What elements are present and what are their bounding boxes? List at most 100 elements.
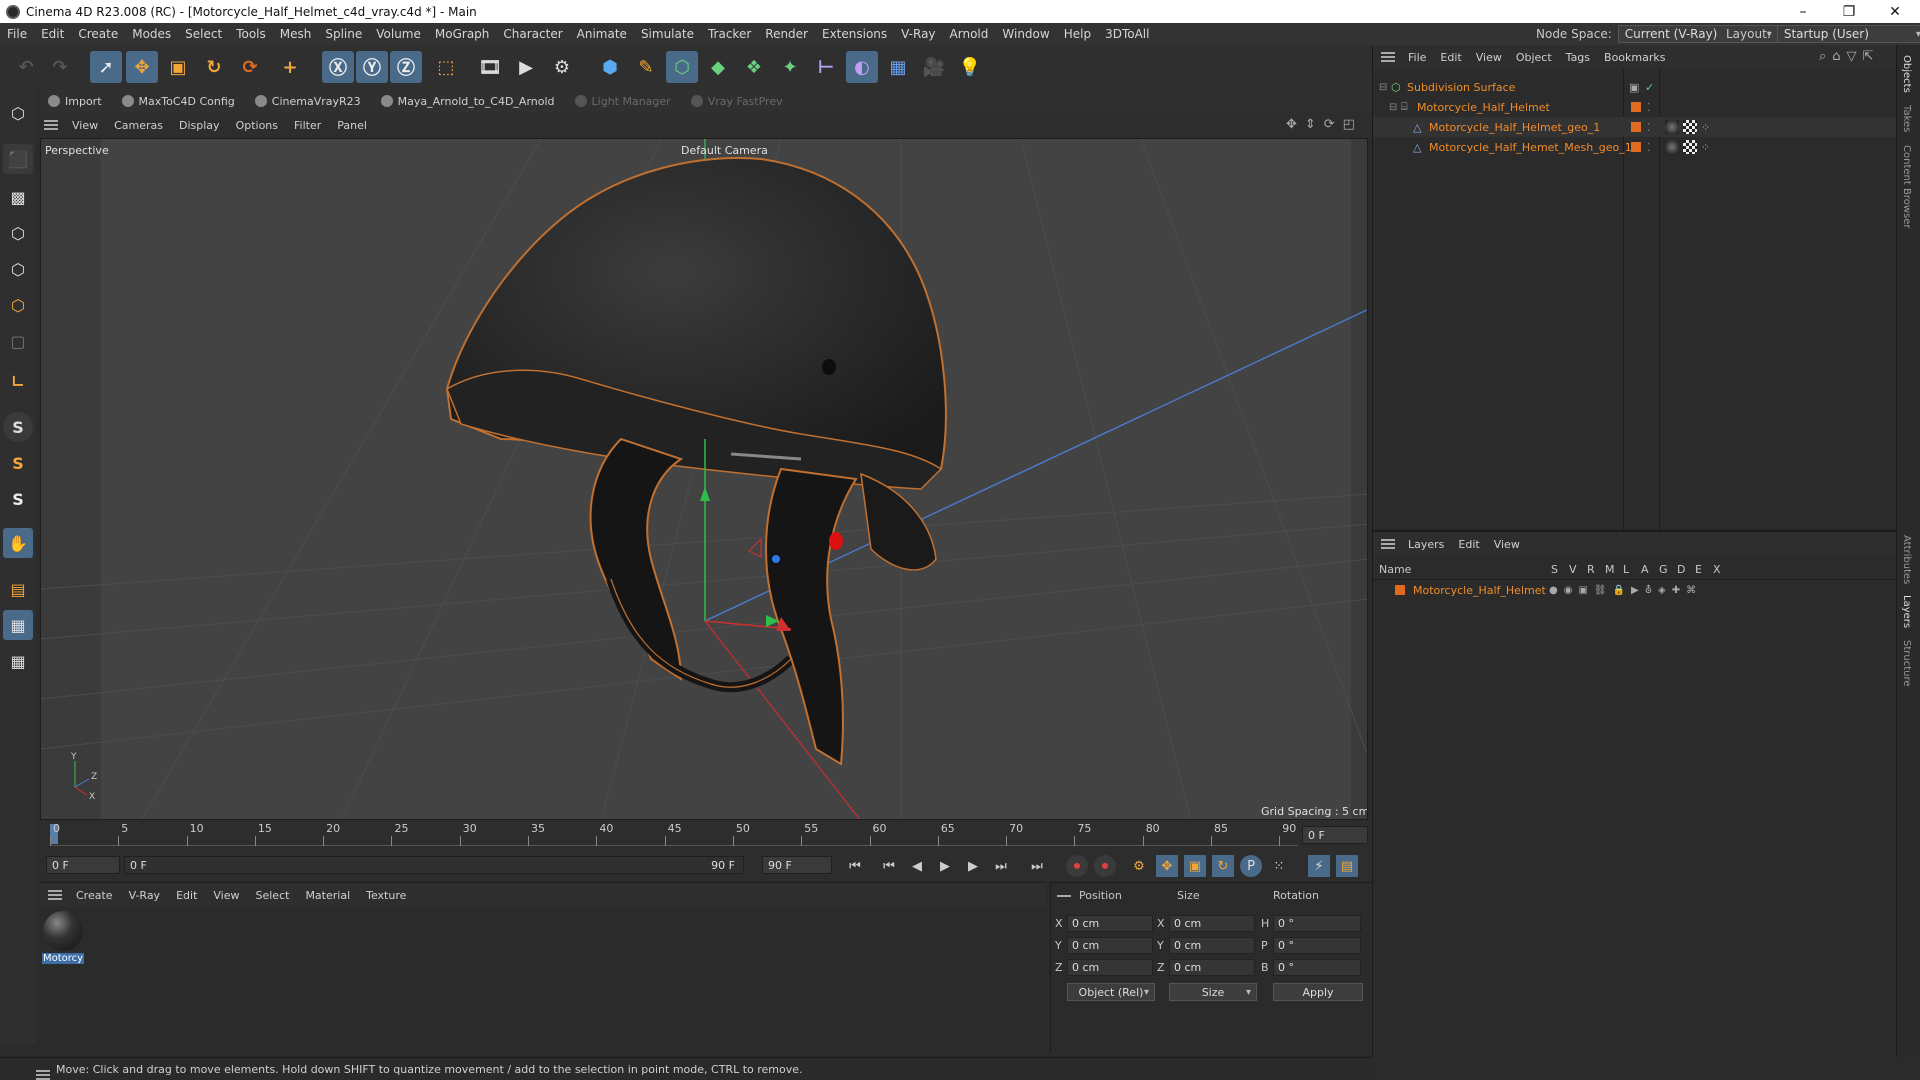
viewport-menu-cameras[interactable]: Cameras: [106, 119, 171, 132]
menu-volume[interactable]: Volume: [369, 27, 428, 41]
render-settings-icon[interactable]: ⚙: [546, 51, 578, 83]
3d-viewport[interactable]: Perspective Default Camera Grid Spacing …: [40, 138, 1368, 820]
object-row-mesh[interactable]: △ Motorcycle_Half_Hemet_Mesh_geo_1 ⁚ ⁘: [1373, 137, 1897, 157]
rot-b-field[interactable]: 0 °: [1273, 959, 1361, 976]
snap-icon[interactable]: S: [3, 412, 33, 442]
viewport-menu-view[interactable]: View: [64, 119, 106, 132]
subdivision-surface-icon[interactable]: ⬡: [666, 51, 698, 83]
pen-spline-icon[interactable]: ✎: [630, 51, 662, 83]
menu-simulate[interactable]: Simulate: [634, 27, 701, 41]
size-x-field[interactable]: 0 cm: [1169, 915, 1255, 932]
start-frame-field[interactable]: 0 F: [46, 856, 120, 874]
tab-attributes[interactable]: Attributes: [1901, 535, 1912, 584]
edges-mode-icon[interactable]: ⬡: [3, 254, 33, 284]
prev-frame-icon[interactable]: ◀: [906, 855, 928, 877]
y-axis-lock-icon[interactable]: Ⓨ: [356, 51, 388, 83]
layer-toggle-icons[interactable]: ●◉▣⛓🔒▶⛢◈✚⌘: [1549, 585, 1702, 596]
layer-menu-icon[interactable]: [1381, 539, 1395, 549]
uv-mode-icon[interactable]: ▢: [3, 326, 33, 356]
coordinate-system-icon[interactable]: ⬚: [430, 51, 462, 83]
material-menu-view[interactable]: View: [205, 889, 247, 902]
coordinate-tool-icon[interactable]: +: [274, 51, 306, 83]
key-rotation-icon[interactable]: ↻: [1212, 855, 1234, 877]
strap-buckle-red[interactable]: [829, 532, 843, 550]
phong-tag-icon[interactable]: ⁘: [1701, 121, 1710, 134]
x-axis-lock-icon[interactable]: Ⓧ: [322, 51, 354, 83]
pos-z-field[interactable]: 0 cm: [1067, 959, 1153, 976]
play-icon[interactable]: ▶: [934, 855, 956, 877]
field-icon[interactable]: ⊢: [810, 51, 842, 83]
expand-toggle-icon[interactable]: ⊟: [1379, 82, 1387, 93]
tab-structure[interactable]: Structure: [1901, 640, 1912, 687]
undo-icon[interactable]: ↶: [10, 51, 42, 83]
menu-create[interactable]: Create: [71, 27, 125, 41]
axis-mode-icon[interactable]: ∟: [3, 366, 33, 396]
menu-mesh[interactable]: Mesh: [273, 27, 319, 41]
viewport-canvas[interactable]: Perspective Default Camera Grid Spacing …: [41, 139, 1368, 820]
size-z-field[interactable]: 0 cm: [1169, 959, 1255, 976]
visibility-dots-icon[interactable]: ⁚: [1647, 101, 1651, 114]
camera-icon[interactable]: 🎥: [918, 51, 950, 83]
material-tag-icon[interactable]: [1665, 140, 1679, 154]
menu-edit[interactable]: Edit: [34, 27, 71, 41]
viewport-menu-icon[interactable]: [44, 120, 58, 130]
rot-p-field[interactable]: 0 °: [1273, 937, 1361, 954]
tweak-mode-icon[interactable]: ✋: [3, 528, 33, 558]
plugin-maxtoc4d[interactable]: MaxToC4D Config: [114, 95, 243, 108]
expand-toggle-icon[interactable]: ⊟: [1389, 102, 1397, 113]
auto-key-icon[interactable]: ⏺: [1094, 855, 1116, 877]
model-mode-icon[interactable]: ⬛: [3, 144, 33, 174]
locked-workplane-icon[interactable]: ▦: [3, 646, 33, 676]
layout-dropdown[interactable]: Startup (User): [1776, 25, 1920, 43]
material-menu-edit[interactable]: Edit: [168, 889, 205, 902]
snap-settings-icon[interactable]: S: [3, 448, 33, 478]
menu-help[interactable]: Help: [1057, 27, 1098, 41]
object-name-helmet[interactable]: Motorcycle_Half_Helmet: [1417, 101, 1550, 114]
object-menu-object[interactable]: Object: [1509, 51, 1559, 64]
next-frame-icon[interactable]: ▶: [962, 855, 984, 877]
object-menu-file[interactable]: File: [1401, 51, 1433, 64]
apply-button[interactable]: Apply: [1273, 983, 1363, 1001]
minimize-button[interactable]: –: [1780, 0, 1826, 23]
motion-system-icon[interactable]: ⚡: [1308, 855, 1330, 877]
visibility-dots-icon[interactable]: ⁚: [1647, 141, 1651, 154]
tab-takes[interactable]: Takes: [1901, 105, 1912, 132]
key-parameter-icon[interactable]: P: [1240, 855, 1262, 877]
menu-select[interactable]: Select: [178, 27, 229, 41]
material-menu-icon[interactable]: [48, 890, 62, 900]
viewport-menu-filter[interactable]: Filter: [286, 119, 329, 132]
menu-tracker[interactable]: Tracker: [701, 27, 758, 41]
mograph-cloner-icon[interactable]: ❖: [738, 51, 770, 83]
cube-object-icon[interactable]: ⬢: [594, 51, 626, 83]
layer-menu-edit[interactable]: Edit: [1451, 538, 1486, 551]
key-selection-icon[interactable]: ⚙: [1128, 855, 1150, 877]
go-to-end-icon[interactable]: ⏭: [1026, 855, 1048, 877]
object-menu-view[interactable]: View: [1469, 51, 1509, 64]
uvw-tag-icon[interactable]: [1683, 140, 1697, 154]
gizmo-center[interactable]: [772, 555, 780, 563]
layer-color-swatch[interactable]: [1395, 585, 1405, 595]
move-tool-icon[interactable]: ✥: [126, 51, 158, 83]
menu-tools[interactable]: Tools: [229, 27, 273, 41]
menu-3dtoall[interactable]: 3DToAll: [1098, 27, 1156, 41]
end-frame-field[interactable]: 90 F: [762, 856, 832, 874]
menu-vray[interactable]: V-Ray: [894, 27, 942, 41]
polygons-mode-icon[interactable]: ⬡: [3, 290, 33, 320]
viewport-menu-panel[interactable]: Panel: [329, 119, 375, 132]
material-menu-vray[interactable]: V-Ray: [121, 889, 169, 902]
menu-file[interactable]: File: [0, 27, 34, 41]
make-editable-icon[interactable]: ⬡: [3, 98, 33, 128]
next-key-icon[interactable]: ⏭: [990, 855, 1012, 877]
scale-tool-icon[interactable]: ▣: [162, 51, 194, 83]
viewport-menu-options[interactable]: Options: [228, 119, 286, 132]
go-to-start-icon[interactable]: ⏮: [844, 855, 866, 877]
enabled-check-icon[interactable]: ✓: [1645, 81, 1654, 94]
render-view-icon[interactable]: 🎞: [474, 51, 506, 83]
phong-tag-icon[interactable]: ⁘: [1701, 141, 1710, 154]
points-mode-icon[interactable]: ⬡: [3, 218, 33, 248]
material-menu-texture[interactable]: Texture: [358, 889, 414, 902]
size-y-field[interactable]: 0 cm: [1169, 937, 1255, 954]
deformer-icon[interactable]: ✦: [774, 51, 806, 83]
key-scale-icon[interactable]: ▣: [1184, 855, 1206, 877]
timeline-ruler[interactable]: 0 5 10 15 20 25 30 35 40 45 50 55 60 65 70 75 80 85 90 0 F: [40, 820, 1372, 850]
